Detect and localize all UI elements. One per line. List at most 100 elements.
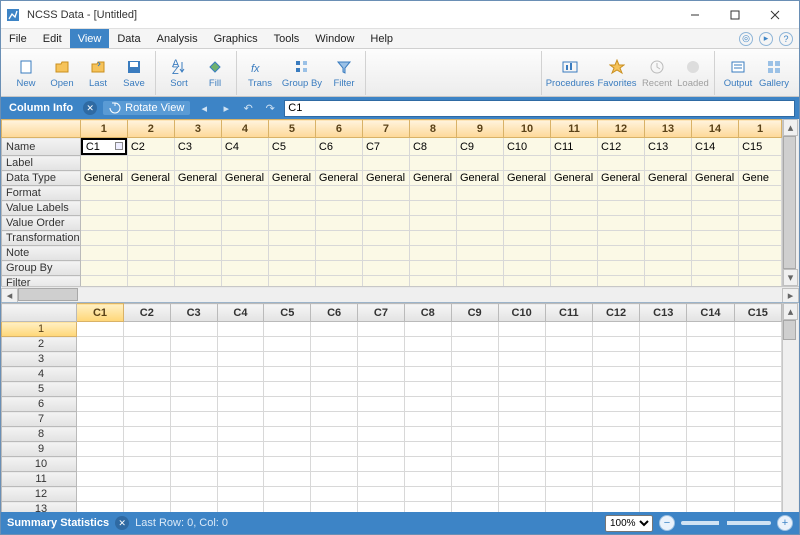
name-cell[interactable]: C3 [174, 138, 221, 156]
name-cell[interactable]: C5 [268, 138, 315, 156]
zoom-slider[interactable] [681, 521, 771, 525]
name-cell[interactable]: C14 [692, 138, 739, 156]
data-row-hdr[interactable]: 6 [2, 397, 77, 412]
row-hdr-format[interactable]: Format [2, 186, 81, 201]
data-col-hdr[interactable]: C7 [358, 304, 405, 322]
filter-button[interactable]: Filter [327, 52, 361, 94]
data-row-hdr[interactable]: 12 [2, 487, 77, 502]
menu-help[interactable]: Help [362, 29, 401, 48]
col-num[interactable]: 14 [692, 120, 739, 138]
menu-tools[interactable]: Tools [266, 29, 308, 48]
name-cell[interactable]: C11 [551, 138, 598, 156]
zoom-out-button[interactable]: − [659, 515, 675, 531]
name-cell[interactable]: C7 [362, 138, 409, 156]
data-col-hdr[interactable]: C1 [77, 304, 124, 322]
data-row-hdr[interactable]: 7 [2, 412, 77, 427]
save-button[interactable]: Save [117, 52, 151, 94]
zoom-slider-knob[interactable] [719, 517, 727, 529]
help-ring-icon[interactable]: ◎ [739, 32, 753, 46]
row-hdr-note[interactable]: Note [2, 246, 81, 261]
row-hdr-valueorder[interactable]: Value Order [2, 216, 81, 231]
column-info-close-icon[interactable]: ✕ [83, 101, 97, 115]
sort-button[interactable]: AZSort [162, 52, 196, 94]
row-hdr-groupby[interactable]: Group By [2, 261, 81, 276]
data-col-hdr[interactable]: C2 [123, 304, 170, 322]
data-row-hdr[interactable]: 9 [2, 442, 77, 457]
name-cell[interactable]: C10 [503, 138, 550, 156]
data-row-hdr[interactable]: 3 [2, 352, 77, 367]
name-cell[interactable]: C2 [127, 138, 174, 156]
col-num[interactable]: 4 [221, 120, 268, 138]
name-cell[interactable]: C12 [598, 138, 645, 156]
data-col-hdr[interactable]: C10 [498, 304, 545, 322]
col-num[interactable]: 9 [456, 120, 503, 138]
data-col-hdr[interactable]: C13 [640, 304, 687, 322]
data-row-hdr[interactable]: 13 [2, 502, 77, 513]
name-cell[interactable]: C6 [315, 138, 362, 156]
name-cell[interactable]: C8 [409, 138, 456, 156]
data-col-hdr[interactable]: C14 [687, 304, 734, 322]
col-num[interactable]: 10 [503, 120, 550, 138]
favorites-button[interactable]: Favorites [596, 52, 638, 94]
col-num[interactable]: 7 [362, 120, 409, 138]
menu-edit[interactable]: Edit [35, 29, 70, 48]
redo-icon[interactable]: ↷ [262, 100, 278, 116]
data-col-hdr[interactable]: C5 [264, 304, 311, 322]
data-row-hdr[interactable]: 4 [2, 367, 77, 382]
data-grid[interactable]: C1 C2 C3 C4 C5 C6 C7 C8 C9 C10 C11 C12 C… [1, 303, 782, 512]
copy-handle-icon[interactable] [115, 142, 123, 150]
row-hdr-valuelabels[interactable]: Value Labels [2, 201, 81, 216]
col-num[interactable]: 3 [174, 120, 221, 138]
undo-icon[interactable]: ↶ [240, 100, 256, 116]
recent-button[interactable]: Recent [640, 52, 674, 94]
column-info-vscroll[interactable]: ▴▾ [782, 119, 799, 286]
name-cell[interactable]: C15 [739, 138, 782, 156]
col-num[interactable]: 2 [127, 120, 174, 138]
menu-analysis[interactable]: Analysis [149, 29, 206, 48]
data-col-hdr[interactable]: C12 [592, 304, 639, 322]
row-hdr-filter[interactable]: Filter [2, 276, 81, 287]
output-button[interactable]: Output [721, 52, 755, 94]
column-name-input[interactable] [284, 100, 795, 117]
menu-window[interactable]: Window [307, 29, 362, 48]
menu-file[interactable]: File [1, 29, 35, 48]
fill-button[interactable]: Fill [198, 52, 232, 94]
data-col-hdr[interactable]: C6 [311, 304, 358, 322]
corner-cell[interactable] [2, 120, 81, 138]
maximize-button[interactable] [715, 3, 755, 27]
data-row-hdr[interactable]: 5 [2, 382, 77, 397]
row-hdr-datatype[interactable]: Data Type [2, 171, 81, 186]
data-row-hdr[interactable]: 8 [2, 427, 77, 442]
data-col-hdr[interactable]: C11 [545, 304, 592, 322]
name-cell[interactable]: C9 [456, 138, 503, 156]
name-cell-selected[interactable]: C1 [81, 138, 127, 155]
menu-view[interactable]: View [70, 29, 110, 48]
name-cell[interactable]: C4 [221, 138, 268, 156]
minimize-button[interactable] [675, 3, 715, 27]
col-num[interactable]: 11 [551, 120, 598, 138]
column-info-grid[interactable]: 1 2 3 4 5 6 7 8 9 10 11 12 13 14 [1, 119, 782, 286]
loaded-button[interactable]: Loaded [676, 52, 710, 94]
data-row-hdr[interactable]: 1 [2, 322, 77, 337]
help-question-icon[interactable]: ? [779, 32, 793, 46]
data-col-hdr[interactable]: C15 [734, 304, 781, 322]
groupby-button[interactable]: Group By [279, 52, 325, 94]
menu-graphics[interactable]: Graphics [206, 29, 266, 48]
rotate-view-button[interactable]: Rotate View [103, 101, 190, 115]
insert-right-icon[interactable]: ▸ [218, 100, 234, 116]
col-num[interactable]: 12 [598, 120, 645, 138]
new-button[interactable]: New [9, 52, 43, 94]
col-num[interactable]: 13 [645, 120, 692, 138]
col-num[interactable]: 1 [80, 120, 127, 138]
summary-close-icon[interactable]: ✕ [115, 516, 129, 530]
data-col-hdr[interactable]: C9 [451, 304, 498, 322]
row-hdr-name[interactable]: Name [2, 138, 81, 156]
data-row-hdr[interactable]: 10 [2, 457, 77, 472]
insert-left-icon[interactable]: ◂ [196, 100, 212, 116]
close-button[interactable] [755, 3, 795, 27]
procedures-button[interactable]: Procedures [546, 52, 594, 94]
open-button[interactable]: Open [45, 52, 79, 94]
col-num[interactable]: 8 [409, 120, 456, 138]
last-button[interactable]: Last [81, 52, 115, 94]
menu-data[interactable]: Data [109, 29, 148, 48]
